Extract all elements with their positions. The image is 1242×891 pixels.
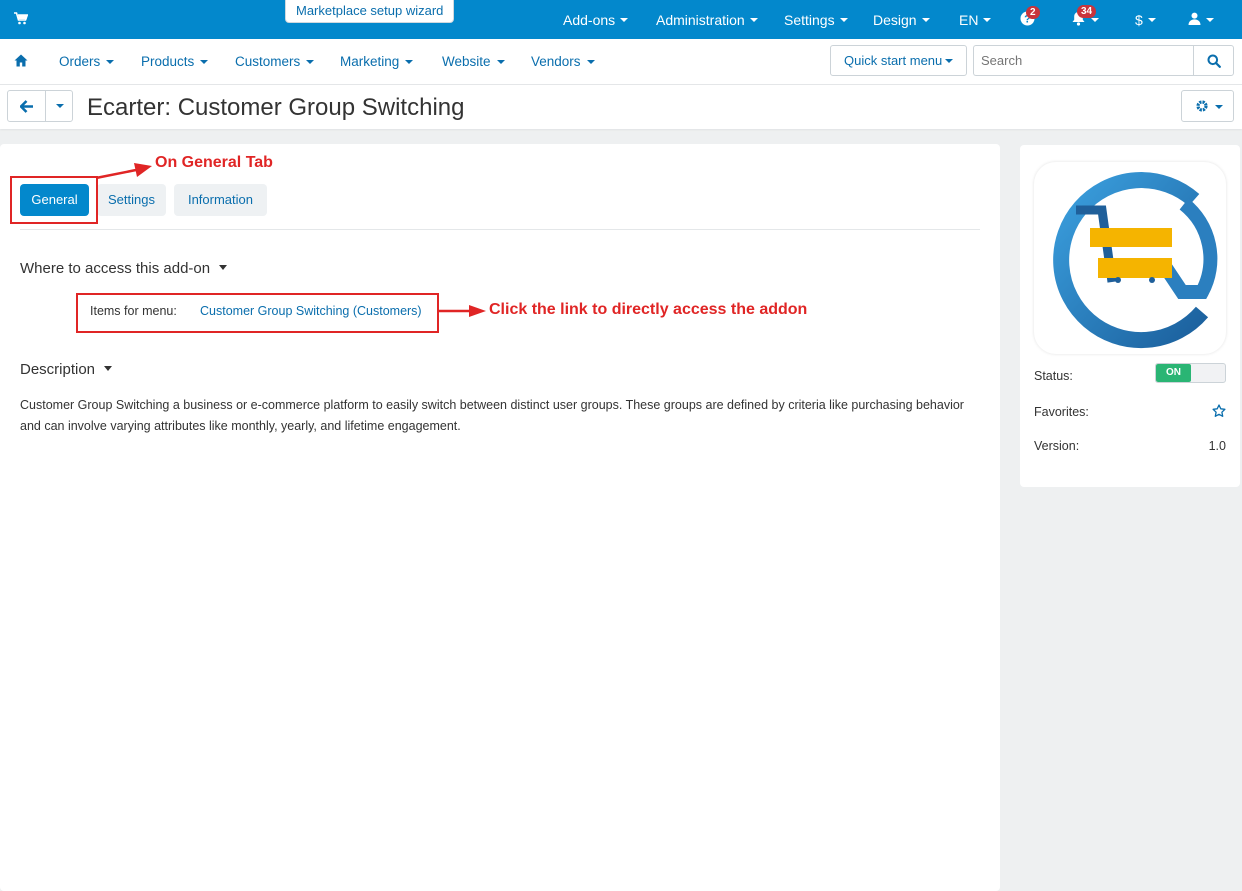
star-icon[interactable] [1212,404,1226,421]
status-on-indicator: ON [1156,364,1191,382]
arrow-to-link [439,305,486,317]
addon-logo [1034,162,1226,354]
favorites-label: Favorites: [1034,405,1089,419]
version-label: Version: [1034,439,1080,453]
ecarter-logo-icon [1053,172,1218,349]
annotation-link-hint: Click the link to directly access the ad… [489,301,808,318]
arrow-to-general-tab [95,163,152,180]
version-value: 1.0 [1208,439,1226,453]
status-toggle[interactable]: ON [1155,363,1226,383]
favorites-row: Favorites: [1034,404,1226,421]
addon-side-panel: Status: ON Favorites: Version: 1.0 [1020,145,1240,487]
annotation-general-tab: On General Tab [155,154,273,171]
status-row: Status: ON [1034,363,1226,383]
status-label: Status: [1034,369,1073,383]
version-row: Version: 1.0 [1034,439,1226,453]
